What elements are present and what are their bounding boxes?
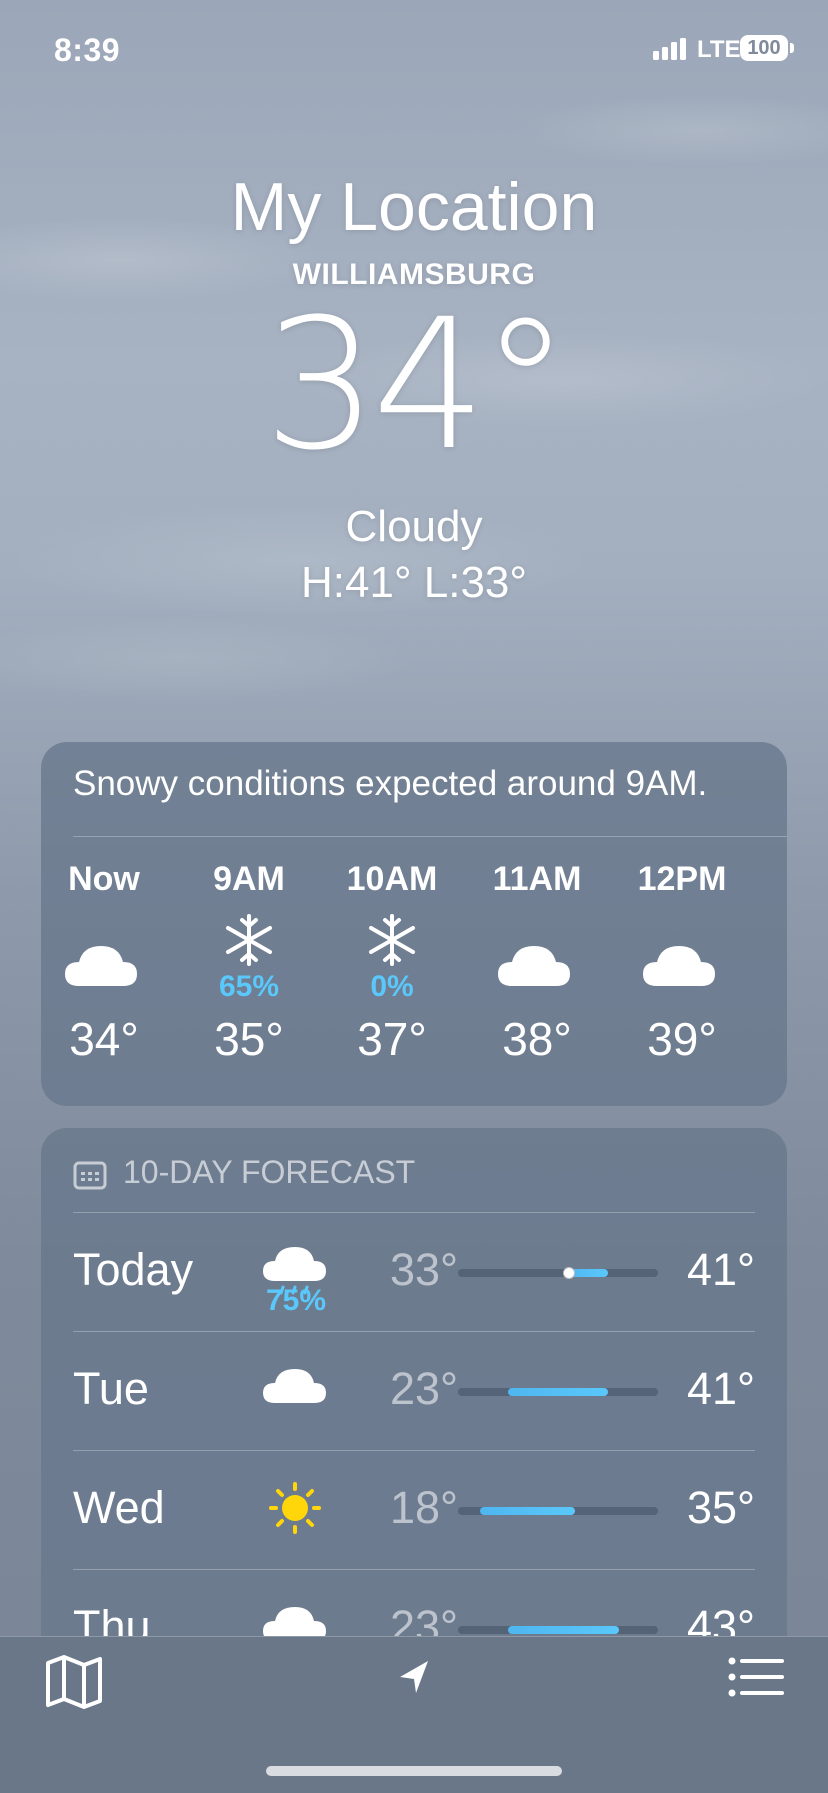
list-icon — [728, 1657, 784, 1697]
current-condition: Cloudy — [345, 502, 483, 551]
map-icon — [46, 1655, 102, 1709]
ten-day-forecast-card[interactable]: 10-DAY FORECAST Today 75% 33° 41° Tue 23… — [41, 1128, 787, 1688]
home-indicator — [266, 1766, 562, 1776]
day-label: Tue — [73, 1363, 149, 1414]
list-button[interactable] — [706, 1637, 806, 1727]
hourly-summary: Snowy conditions expected around 9AM. — [73, 764, 708, 803]
hour-label: 10AM — [346, 860, 438, 898]
high-temp: 41° — [686, 1363, 755, 1414]
status-bar: 8:39 LTE 100 — [0, 0, 828, 100]
hour-temp: 37° — [357, 1013, 427, 1065]
low-temp: 18° — [389, 1482, 458, 1533]
precip-chance: 0% — [370, 970, 414, 1003]
divider — [73, 1450, 755, 1451]
battery-icon: 100 — [740, 35, 788, 61]
map-button[interactable] — [24, 1637, 124, 1727]
high-low: H:41° L:33° — [301, 558, 527, 607]
hour-temp: 34° — [69, 1013, 139, 1065]
hourly-forecast-card[interactable]: Snowy conditions expected around 9AM. No… — [41, 742, 787, 1106]
battery-tip — [790, 43, 794, 53]
location-button[interactable] — [364, 1637, 464, 1727]
high-temp: 35° — [686, 1482, 755, 1533]
cloud-icon — [472, 912, 602, 1002]
divider — [73, 1212, 755, 1213]
location-arrow-icon — [400, 1661, 428, 1693]
temp-range-fill — [480, 1507, 575, 1515]
calendar-icon — [73, 1161, 107, 1190]
forecast-row[interactable]: Tue 23° 41° — [73, 1331, 755, 1450]
temp-range-fill — [508, 1388, 608, 1396]
hour-item: 9AM 65% 35° — [184, 860, 314, 1100]
low-temp: 33° — [389, 1244, 458, 1295]
hour-temp: 39° — [647, 1013, 717, 1065]
status-time: 8:39 — [54, 32, 121, 68]
temp-range-fill — [508, 1626, 620, 1634]
cloud-icon — [41, 912, 169, 1002]
cellular-signal-icon — [653, 38, 686, 60]
current-temp-marker — [563, 1267, 576, 1279]
divider — [73, 1331, 755, 1332]
day-label: Wed — [73, 1482, 165, 1533]
precip-chance: 65% — [218, 970, 280, 1003]
hour-label: 11AM — [492, 860, 582, 898]
divider — [73, 1569, 755, 1570]
hour-label: Now — [68, 860, 140, 898]
temp-range-bar — [458, 1626, 658, 1634]
current-temperature: 34° — [263, 281, 570, 490]
temp-range-bar — [458, 1388, 658, 1396]
divider — [73, 836, 787, 837]
forecast-row[interactable]: Today 75% 33° 41° — [73, 1212, 755, 1331]
cloud-icon — [617, 912, 747, 1002]
hour-item: 10AM 0% 37° — [327, 860, 457, 1100]
hour-item: 11AM 38° — [472, 860, 602, 1100]
hour-item: Now 34° — [41, 860, 169, 1100]
hour-item: 12PM 39° — [617, 860, 747, 1100]
hour-label: 12PM — [637, 860, 727, 898]
temp-range-bar — [458, 1267, 658, 1279]
temp-range-bar — [458, 1507, 658, 1515]
day-label: Today — [73, 1244, 194, 1295]
network-label: LTE — [697, 36, 741, 63]
forecast-header-label: 10-DAY FORECAST — [123, 1154, 416, 1190]
hour-temp: 38° — [502, 1013, 572, 1065]
location-title: My Location — [230, 169, 598, 245]
high-temp: 41° — [686, 1244, 755, 1295]
forecast-row[interactable]: Wed 18° 35° — [73, 1450, 755, 1569]
low-temp: 23° — [389, 1363, 458, 1414]
hour-label: 9AM — [213, 860, 285, 898]
hour-temp: 35° — [214, 1013, 284, 1065]
